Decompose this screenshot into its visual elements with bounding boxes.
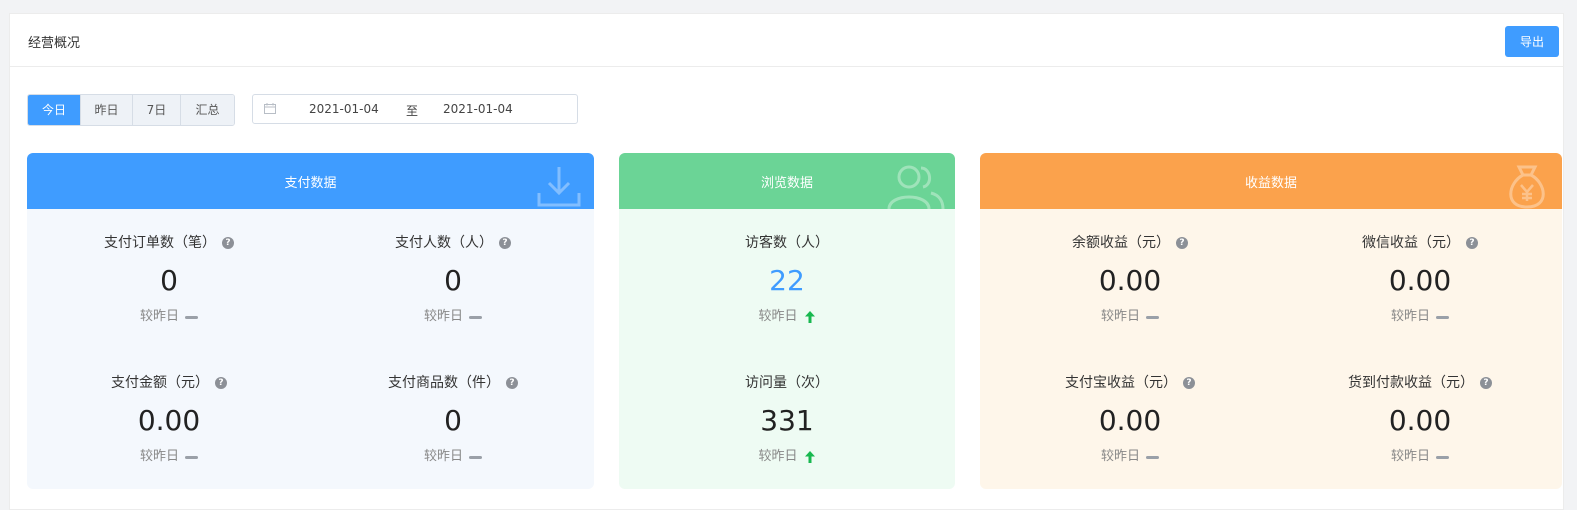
metric-visitors: 访客数（人） 22 较昨日 (657, 233, 917, 327)
income-card-title: 收益数据 (1244, 175, 1297, 191)
metric-visits: 访问量（次） 331 较昨日 (657, 373, 917, 467)
payment-card-title: 支付数据 (284, 175, 337, 191)
dash-icon (1146, 315, 1159, 319)
metric-compare: 较昨日 (423, 449, 463, 464)
metric-pay-items: 支付商品数（件）? 0 较昨日 (323, 373, 583, 467)
metric-compare: 较昨日 (1390, 309, 1430, 324)
dash-icon (1146, 455, 1159, 459)
help-icon[interactable]: ? (215, 377, 227, 389)
dash-icon (469, 315, 482, 319)
metric-compare: 较昨日 (1390, 449, 1430, 464)
tab-7days[interactable]: 7日 (133, 95, 181, 125)
help-icon[interactable]: ? (499, 237, 511, 249)
metric-compare: 较昨日 (423, 309, 463, 324)
date-range-picker[interactable]: 2021-01-04 至 2021-01-04 (252, 94, 578, 124)
help-icon[interactable]: ? (1183, 377, 1195, 389)
export-button[interactable]: 导出 (1505, 26, 1559, 57)
metric-compare: 较昨日 (758, 309, 798, 324)
metric-label: 货到付款收益（元） (1348, 375, 1474, 391)
download-icon (537, 167, 581, 207)
help-icon[interactable]: ? (222, 237, 234, 249)
arrow-up-icon (804, 311, 815, 323)
help-icon[interactable]: ? (1176, 237, 1188, 249)
metric-label: 支付金额（元） (111, 375, 209, 391)
metric-compare: 较昨日 (139, 449, 179, 464)
metric-label: 支付宝收益（元） (1065, 375, 1177, 391)
payment-card: 支付数据 支付订单数（笔）? 0 较昨日 支付人数（人）? 0 较昨日 支付金额… (27, 153, 594, 489)
date-start[interactable]: 2021-01-04 (309, 102, 379, 116)
metric-label: 支付订单数（笔） (104, 235, 216, 251)
date-separator: 至 (406, 104, 419, 118)
metric-value: 0.00 (137, 404, 201, 437)
metric-value: 0.00 (1098, 264, 1162, 297)
calendar-icon (264, 103, 276, 114)
panel-header: 经营概况 导出 (10, 14, 1563, 67)
business-overview-panel: 经营概况 导出 今日 昨日 7日 汇总 2021-01-04 至 2021-01… (9, 13, 1564, 510)
payment-card-body: 支付订单数（笔）? 0 较昨日 支付人数（人）? 0 较昨日 支付金额（元）? … (27, 209, 594, 489)
arrow-up-icon (804, 451, 815, 463)
dash-icon (185, 315, 198, 319)
help-icon[interactable]: ? (1480, 377, 1492, 389)
metric-value: 0 (444, 404, 462, 437)
browse-card-body: 访客数（人） 22 较昨日 访问量（次） 331 较昨日 (619, 209, 955, 489)
metric-value: 0 (444, 264, 462, 297)
metric-label: 余额收益（元） (1072, 235, 1170, 251)
tab-yesterday[interactable]: 昨日 (81, 95, 133, 125)
metric-wechat-income: 微信收益（元）? 0.00 较昨日 (1290, 233, 1550, 327)
users-icon (887, 165, 945, 209)
metric-compare: 较昨日 (139, 309, 179, 324)
metric-label: 访客数（人） (745, 235, 829, 251)
browse-card: 浏览数据 访客数（人） 22 较昨日 访问量（次） 331 较昨日 (619, 153, 955, 489)
income-card-body: 余额收益（元）? 0.00 较昨日 微信收益（元）? 0.00 较昨日 支付宝收… (980, 209, 1562, 489)
help-icon[interactable]: ? (506, 377, 518, 389)
metric-compare: 较昨日 (1100, 449, 1140, 464)
date-end[interactable]: 2021-01-04 (443, 102, 513, 116)
metric-value: 0.00 (1098, 404, 1162, 437)
metric-label: 访问量（次） (745, 375, 829, 391)
metric-value: 0.00 (1388, 404, 1452, 437)
income-card-header: 收益数据 (980, 153, 1562, 209)
dash-icon (1436, 455, 1449, 459)
metric-value: 22 (769, 264, 805, 297)
income-card: 收益数据 余额收益（元）? 0.00 较昨日 微信收益（元）? 0.00 较昨日… (980, 153, 1562, 489)
browse-card-title: 浏览数据 (760, 175, 813, 191)
metric-compare: 较昨日 (1100, 309, 1140, 324)
dash-icon (185, 455, 198, 459)
metric-label: 支付商品数（件） (388, 375, 500, 391)
tab-today[interactable]: 今日 (28, 95, 81, 125)
metric-pay-orders: 支付订单数（笔）? 0 较昨日 (39, 233, 299, 327)
metric-compare: 较昨日 (758, 449, 798, 464)
metric-alipay-income: 支付宝收益（元）? 0.00 较昨日 (1000, 373, 1260, 467)
metric-pay-users: 支付人数（人）? 0 较昨日 (323, 233, 583, 327)
metric-balance-income: 余额收益（元）? 0.00 较昨日 (1000, 233, 1260, 327)
metric-value: 0 (160, 264, 178, 297)
dash-icon (1436, 315, 1449, 319)
help-icon[interactable]: ? (1466, 237, 1478, 249)
metric-label: 微信收益（元） (1362, 235, 1460, 251)
payment-card-header: 支付数据 (27, 153, 594, 209)
browse-card-header: 浏览数据 (619, 153, 955, 209)
metric-value: 0.00 (1388, 264, 1452, 297)
dash-icon (469, 455, 482, 459)
page-title: 经营概况 (28, 36, 81, 51)
tab-summary[interactable]: 汇总 (181, 95, 234, 125)
metric-cod-income: 货到付款收益（元）? 0.00 较昨日 (1290, 373, 1550, 467)
metric-label: 支付人数（人） (395, 235, 493, 251)
period-tabs: 今日 昨日 7日 汇总 (27, 94, 235, 126)
money-bag-icon (1509, 165, 1545, 209)
metric-pay-amount: 支付金额（元）? 0.00 较昨日 (39, 373, 299, 467)
metric-value: 331 (760, 404, 814, 437)
